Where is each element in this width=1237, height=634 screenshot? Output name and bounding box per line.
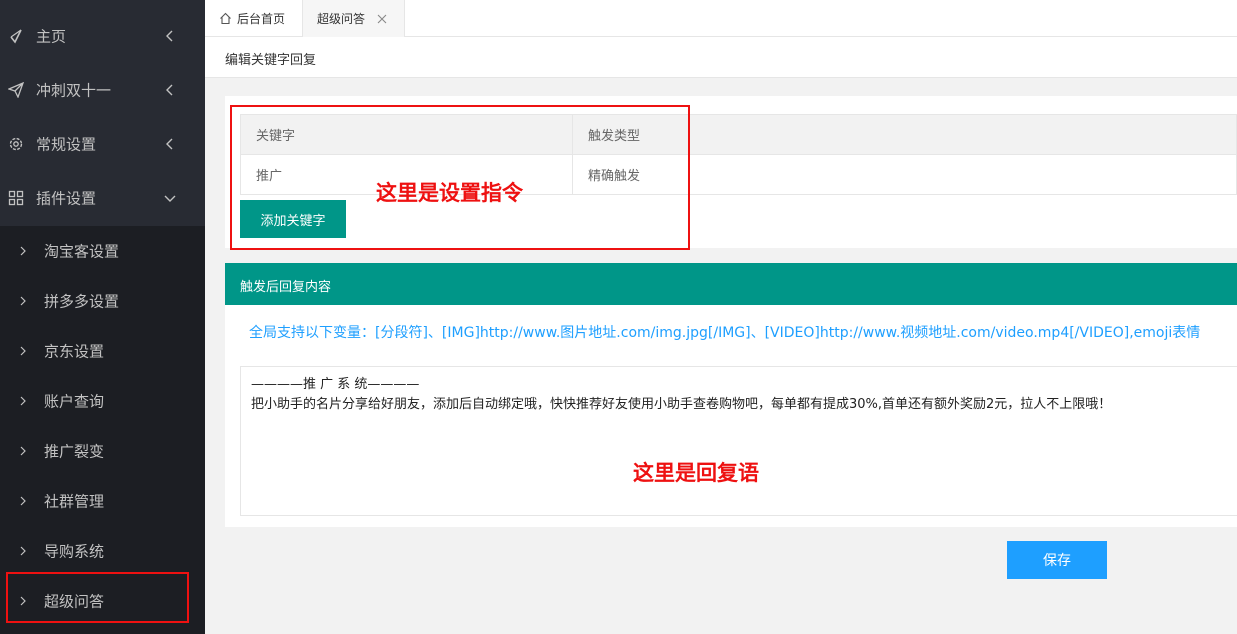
chevron-right-icon bbox=[20, 496, 26, 506]
sidebar-item-label: 冲刺双十一 bbox=[36, 81, 112, 100]
sidebar-item-label: 京东设置 bbox=[44, 342, 105, 361]
sidebar-item-label: 导购系统 bbox=[44, 542, 105, 561]
sidebar-item-account[interactable]: 账户查询 bbox=[0, 376, 205, 426]
sidebar-item-community[interactable]: 社群管理 bbox=[0, 476, 205, 526]
reply-text-line: 把小助手的名片分享给好朋友，添加后自动绑定哦，快快推荐好友使用小助手查卷购物吧，… bbox=[251, 397, 1112, 412]
sidebar-item-jd[interactable]: 京东设置 bbox=[0, 326, 205, 376]
tab-bar: 后台首页 超级问答 bbox=[205, 0, 1237, 37]
highlight-box-super-qa bbox=[6, 572, 189, 623]
chevron-right-icon bbox=[20, 296, 26, 306]
annotation-reply: 这里是回复语 bbox=[633, 461, 759, 485]
sidebar: 主页 冲刺双十一 常规设置 插件设置 淘宝客设置 拼多多设置 京东设置 账户查询 bbox=[0, 0, 205, 634]
chevron-left-icon bbox=[166, 84, 173, 96]
chevron-right-icon bbox=[20, 446, 26, 456]
send-check-icon bbox=[10, 29, 22, 44]
page-header: 编辑关键字回复 bbox=[205, 37, 1237, 78]
chevron-left-icon bbox=[166, 30, 173, 42]
reply-text-line: ————推 广 系 统———— bbox=[251, 377, 420, 392]
reply-section-header: 触发后回复内容 bbox=[225, 263, 1237, 305]
grid-icon bbox=[8, 190, 24, 206]
sidebar-item-general-settings[interactable]: 常规设置 bbox=[0, 117, 205, 171]
sidebar-item-plugin-settings[interactable]: 插件设置 bbox=[0, 171, 205, 225]
tab-super-qa[interactable]: 超级问答 bbox=[302, 0, 405, 37]
home-icon bbox=[220, 12, 231, 25]
sidebar-item-label: 账户查询 bbox=[44, 392, 105, 411]
tab-label: 后台首页 bbox=[237, 12, 286, 26]
chevron-right-icon bbox=[20, 396, 26, 406]
sidebar-item-shopping-guide[interactable]: 导购系统 bbox=[0, 526, 205, 576]
sidebar-item-promotion[interactable]: 推广裂变 bbox=[0, 426, 205, 476]
chevron-right-icon bbox=[20, 246, 26, 256]
sidebar-item-label: 拼多多设置 bbox=[44, 292, 120, 311]
chevron-left-icon bbox=[166, 138, 173, 150]
chevron-right-icon bbox=[20, 346, 26, 356]
tab-home[interactable]: 后台首页 bbox=[219, 0, 301, 37]
sidebar-item-taobao[interactable]: 淘宝客设置 bbox=[0, 226, 205, 276]
chevron-down-icon bbox=[164, 195, 176, 202]
sidebar-item-home[interactable]: 主页 bbox=[0, 9, 205, 63]
paper-plane-icon bbox=[8, 82, 24, 98]
chevron-right-icon bbox=[20, 546, 26, 556]
close-icon[interactable] bbox=[377, 14, 387, 24]
sidebar-item-label: 主页 bbox=[36, 27, 67, 46]
sidebar-item-pinduoduo[interactable]: 拼多多设置 bbox=[0, 276, 205, 326]
annotation-command: 这里是设置指令 bbox=[376, 181, 523, 205]
tab-label: 超级问答 bbox=[317, 12, 366, 26]
sidebar-item-label: 常规设置 bbox=[36, 135, 97, 154]
sidebar-item-double11[interactable]: 冲刺双十一 bbox=[0, 63, 205, 117]
page-title: 编辑关键字回复 bbox=[225, 53, 317, 68]
sidebar-item-label: 社群管理 bbox=[44, 492, 105, 511]
gear-icon bbox=[9, 137, 23, 151]
reply-textarea[interactable]: ————推 广 系 统———— 把小助手的名片分享给好朋友，添加后自动绑定哦，快… bbox=[240, 366, 1237, 516]
sidebar-item-label: 推广裂变 bbox=[44, 442, 105, 461]
reply-section-title: 触发后回复内容 bbox=[240, 280, 332, 295]
save-button[interactable]: 保存 bbox=[1007, 541, 1107, 579]
sidebar-item-label: 淘宝客设置 bbox=[44, 242, 120, 261]
sidebar-item-label: 插件设置 bbox=[36, 189, 97, 208]
variables-hint: 全局支持以下变量：[分段符]、[IMG]http://www.图片地址.com/… bbox=[249, 325, 1201, 341]
